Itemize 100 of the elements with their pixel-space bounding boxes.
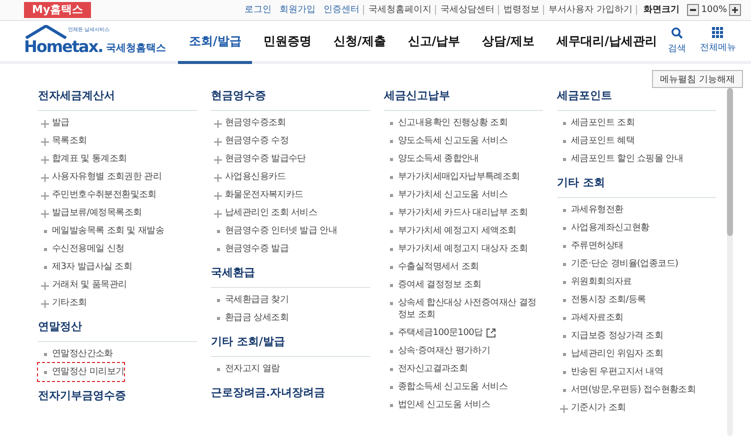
top-link[interactable]: 로그인 [240,5,276,15]
menu-item[interactable]: 수신전용메일 신청 [38,240,124,258]
bullet-icon [216,317,220,320]
menu-item[interactable]: 기준시가 조회 [557,399,626,417]
menu-item[interactable]: 위원회회의자료 [557,273,632,291]
menu-item[interactable]: 세금포인트 조회 [557,114,634,132]
plus-icon [214,156,222,164]
menu-item[interactable]: 납세관리인 위임자 조회 [557,345,664,363]
bullet-icon [44,371,46,374]
section-title: 연말정산 [38,319,83,335]
menu-item[interactable]: 부가가치세 예정고지 세액조회 [384,222,516,240]
menu-item[interactable]: 반송된 우편고지서 내역 [557,363,664,381]
menu-item[interactable]: 부가가치세매입자납부특례조회 [384,168,520,186]
bullet-icon [390,212,392,215]
menu-item[interactable]: 현금영수증조회 [211,114,286,132]
bullet-icon [390,404,392,407]
menu-item[interactable]: 수출실적명세서 조회 [384,258,479,276]
scrollbar[interactable] [727,88,733,436]
menu-item[interactable]: 기타조회 [38,294,87,312]
menu-item[interactable]: 기준·단순 경비율(업종코드) [557,255,678,273]
menu-item[interactable]: 증여세 결정정보 조회 [384,276,482,294]
nav-tab[interactable]: 민원증명 [252,21,322,64]
menu-item[interactable]: 연말정산 미리보기 [38,363,124,381]
menu-item[interactable]: 전자신고결과조회 [384,360,468,378]
menu-item[interactable]: 양도소득세 종합안내 [384,150,479,168]
menu-item[interactable]: 과세유형전환 [557,201,624,219]
zoom-in-button[interactable] [729,4,741,16]
menu-item[interactable]: 양도소득세 신고도움 서비스 [384,132,508,150]
plus-icon [214,192,222,200]
my-hometax-button[interactable]: My홈택스 [24,2,92,18]
menu-item[interactable]: 전통시장 조회/등록 [557,291,646,309]
bullet-icon [562,335,566,338]
menu-item[interactable]: 전자고지 열람 [211,360,280,378]
grid-icon [712,27,724,38]
menu-item[interactable]: 발급 [38,114,70,132]
bullet-icon [390,140,392,143]
menu-item[interactable]: 부가가치세 신고도움 서비스 [384,186,508,204]
bullet-icon [390,158,392,161]
bullet-icon [390,302,392,305]
menu-item[interactable]: 사업용신용카드 [211,168,286,186]
menu-item[interactable]: 제3자 발급사실 조회 [38,258,132,276]
menu-item[interactable]: 신고내용확인 진행상황 조회 [384,114,508,132]
bullet-icon [562,353,566,356]
menu-item[interactable]: 상속·증여재산 평가하기 [384,342,490,360]
top-link[interactable]: 회원가입 [275,5,320,15]
menu-item[interactable]: 법인세 신고도움 서비스 [384,396,490,414]
menu-item[interactable]: 발급보류/예정목록조회 [38,204,142,222]
bullet-icon [44,353,46,356]
menu-item[interactable]: 현금영수증 인터넷 발급 안내 [211,222,338,240]
menu-item[interactable]: 종합소득세 신고도움 서비스 [384,378,508,396]
bullet-icon [390,194,392,197]
top-link[interactable]: 법령정보 [498,5,544,15]
menu-item[interactable]: 환급금 상세조회 [211,309,288,327]
menu-item[interactable]: 현금영수증 수정 [211,132,288,150]
menu-item[interactable]: 부가가치세 카드사 대리납부 조회 [384,204,528,222]
section-title: 근로장려금.자녀장려금 [211,385,326,401]
menu-item[interactable]: 세금포인트 혜택 [557,132,634,150]
bullet-icon [216,230,220,233]
top-link[interactable]: 국세청홈페이지 [363,5,436,15]
menu-item[interactable]: 주류면허상태 [557,237,624,255]
plus-icon [214,174,222,182]
menu-item[interactable]: 사용자유형별 조회권한 관리 [38,168,162,186]
menu-item[interactable]: 화물운전자복지카드 [211,186,304,204]
menu-item[interactable]: 합계표 및 통계조회 [38,150,127,168]
nav-tab[interactable]: 신고/납부 [396,21,472,64]
zoom-out-button[interactable] [687,4,700,16]
bullet-icon [562,389,566,392]
nav-tab[interactable]: 세무대리/납세관리 [546,21,668,64]
menu-item[interactable]: 지급보증 정상가격 조회 [557,327,664,345]
top-link[interactable]: 인증센터 [319,5,364,15]
menu-item[interactable]: 과세자료조회 [557,309,624,327]
bullet-icon [216,368,220,371]
menu-item[interactable]: 부가가치세 예정고지 대상자 조회 [384,240,528,258]
menu-toggle-button[interactable]: 메뉴펼침 기능해제 [652,70,743,88]
menu-item[interactable]: 연말정산간소화 [38,345,113,363]
menu-item[interactable]: 주택세금100문100답 [384,324,496,342]
menu-item[interactable]: 목록조회 [38,132,87,150]
nav-tab[interactable]: 상담/제보 [471,21,546,64]
menu-item[interactable]: 납세관리인 조회 서비스 [211,204,318,222]
plus-icon [41,210,49,218]
top-link[interactable]: 부서사용자 가입하기 [543,5,636,15]
bullet-icon [216,299,220,302]
menu-item[interactable]: 현금영수증 발급 [211,240,288,258]
menu-item[interactable]: 국세환급금 찾기 [211,291,288,309]
nav-tab[interactable]: 조회/발급 [178,21,252,64]
all-menu-button[interactable]: 전체메뉴 [700,27,736,55]
plus-icon [214,210,222,218]
section-title: 현금영수증 [211,88,267,104]
search-button[interactable]: 검색 [668,27,686,55]
menu-item[interactable]: 현금영수증 발급수단 [211,150,306,168]
menu-item[interactable]: 거래처 및 품목관리 [38,276,127,294]
menu-item[interactable]: 상속세 합산대상 사전증여재산 결정정보 조회 [384,294,543,324]
menu-item[interactable]: 서면(방문,우편등) 접수현황조회 [557,381,696,399]
menu-item[interactable]: 메일발송목록 조회 및 재발송 [38,222,164,240]
top-link[interactable]: 국세상담센터 [435,5,498,15]
menu-item[interactable]: 사업용계좌신고현황 [557,219,650,237]
menu-item[interactable]: 주민번호수취분전환및조회 [38,186,156,204]
menu-item[interactable]: 세금포인트 할인 쇼핑몰 안내 [557,150,684,168]
nav-tab[interactable]: 신청/제출 [322,21,397,64]
bullet-icon [390,332,392,335]
